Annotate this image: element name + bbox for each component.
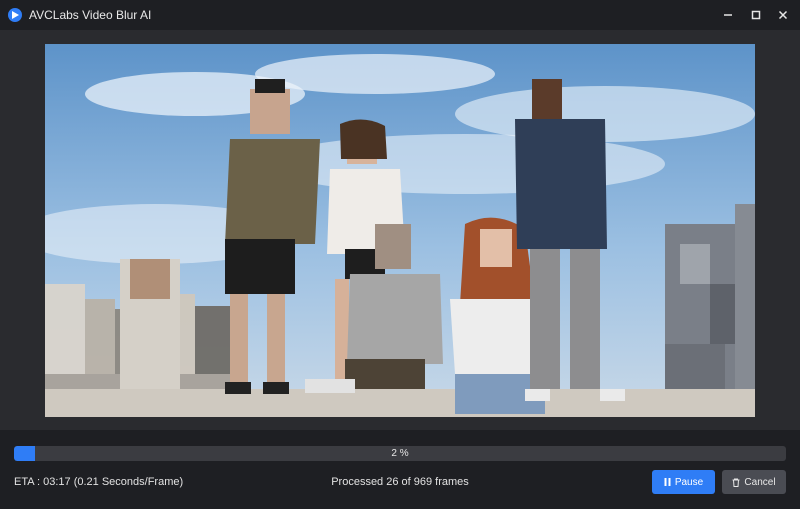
pause-icon [664,478,671,486]
progress-percent-label: 2 % [391,448,409,459]
close-button[interactable] [769,0,797,30]
window-title: AVCLabs Video Blur AI [29,8,152,22]
pause-button-label: Pause [674,476,704,488]
minimize-icon [724,14,732,16]
video-frame-image [45,44,755,417]
maximize-icon [751,10,761,20]
maximize-button[interactable] [742,0,770,30]
cancel-button[interactable]: Cancel [722,470,786,494]
close-icon [778,10,788,20]
play-logo-icon [8,8,22,22]
pause-button[interactable]: Pause [652,470,715,494]
video-preview [45,44,755,417]
eta-text: ETA : 03:17 (0.21 Seconds/Frame) [14,476,184,488]
processed-frames-text: Processed 26 of 969 frames [331,476,469,488]
title-bar: AVCLabs Video Blur AI [0,0,800,30]
trash-icon [732,478,740,487]
progress-bar: 2 % [14,446,786,461]
minimize-button[interactable] [714,0,742,30]
cancel-button-label: Cancel [744,476,776,488]
